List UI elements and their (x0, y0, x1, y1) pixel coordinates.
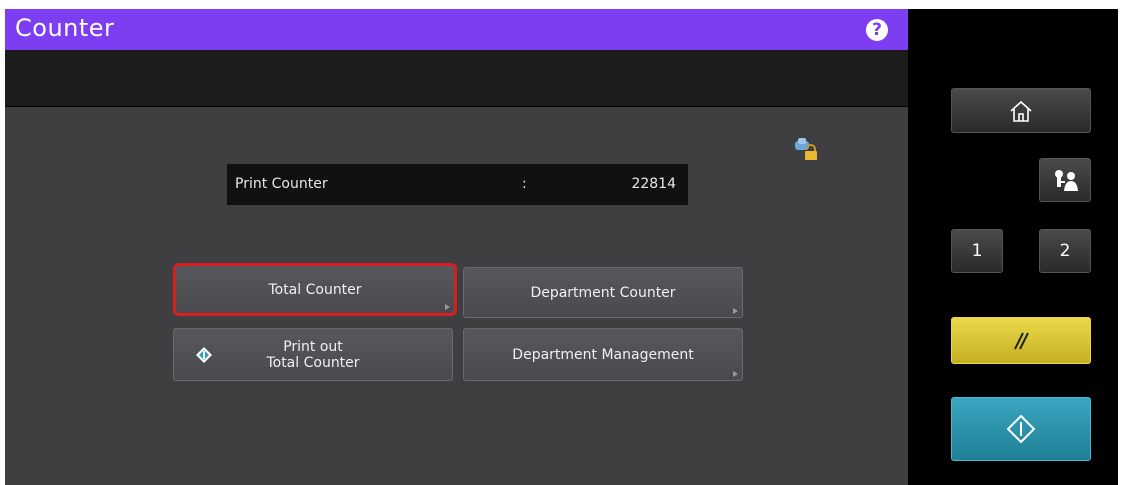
user-access-icon (1055, 170, 1078, 191)
button-2-label: 2 (1059, 241, 1071, 261)
button-1-label: 1 (971, 241, 983, 261)
home-icon (1010, 100, 1032, 122)
sub-header-bar (5, 50, 908, 106)
total-counter-button[interactable]: Total Counter (173, 263, 457, 316)
clear-icon (1014, 332, 1029, 349)
user-access-button[interactable] (1039, 158, 1091, 202)
control-panel: Counter ? Print Counter : 22814 Total Co… (5, 9, 1118, 485)
home-button[interactable] (951, 88, 1091, 133)
page-title: Counter (15, 14, 115, 42)
counter-separator: : (522, 176, 527, 192)
more-arrow-icon (445, 304, 450, 310)
main-content: Print Counter : 22814 Total Counter Depa… (5, 107, 908, 485)
print-out-line2: Total Counter (266, 354, 360, 371)
more-arrow-icon (733, 371, 738, 377)
print-out-total-counter-button[interactable]: Print out Total Counter (173, 328, 453, 381)
department-counter-button[interactable]: Department Counter (463, 267, 743, 318)
title-bar: Counter ? (5, 9, 908, 50)
total-counter-label: Total Counter (268, 281, 362, 298)
interrupt-button-1[interactable]: 1 (951, 229, 1003, 273)
start-button[interactable] (951, 397, 1091, 461)
start-icon (1007, 415, 1035, 443)
print-out-line1: Print out (283, 338, 343, 355)
print-counter-value: 22814 (631, 176, 676, 192)
interrupt-button-2[interactable]: 2 (1039, 229, 1091, 273)
clear-button[interactable] (951, 317, 1091, 364)
print-counter-label: Print Counter (235, 176, 328, 192)
print-out-label: Print out Total Counter (266, 339, 359, 371)
department-management-label: Department Management (512, 346, 694, 363)
department-management-button[interactable]: Department Management (463, 328, 743, 381)
lock-icon (795, 138, 817, 160)
diamond-start-icon (196, 347, 212, 363)
help-icon[interactable]: ? (866, 19, 888, 41)
department-counter-label: Department Counter (530, 284, 676, 301)
print-counter-row: Print Counter : 22814 (227, 164, 688, 205)
more-arrow-icon (733, 308, 738, 314)
